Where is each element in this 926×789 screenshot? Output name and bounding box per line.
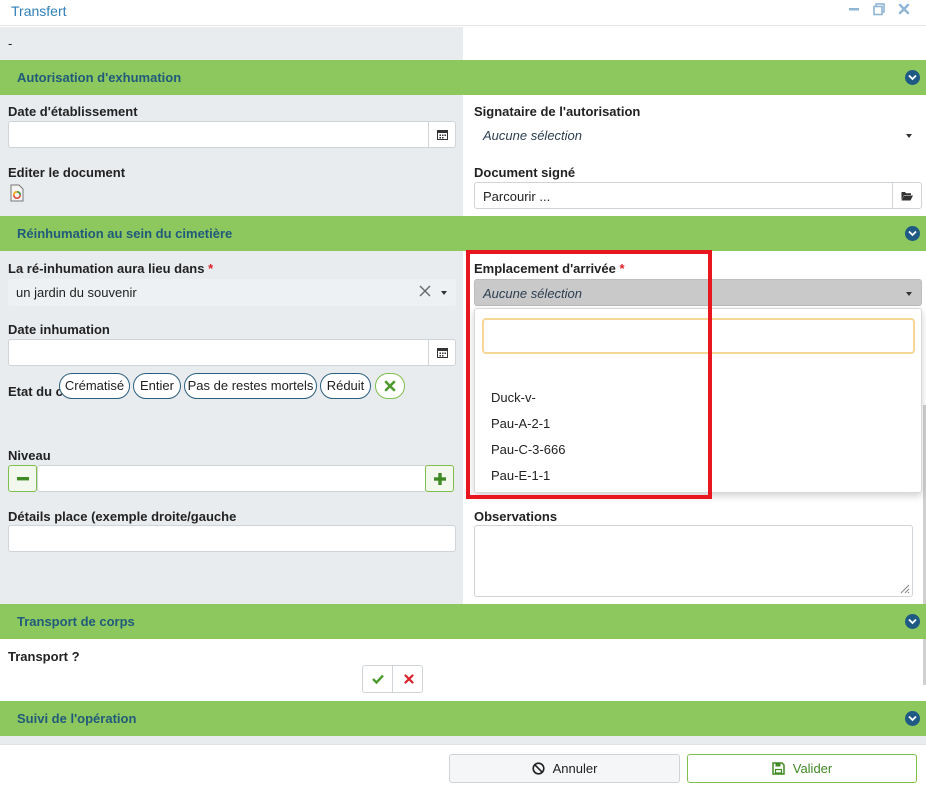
lieu-label-text: La ré-inhumation aura lieu dans — [8, 261, 205, 276]
etat-option-cremetise[interactable]: Crématisé — [59, 373, 130, 399]
ban-icon — [531, 762, 545, 775]
signataire-label: Signataire de l'autorisation — [474, 104, 641, 119]
niveau-input[interactable] — [37, 465, 427, 492]
details-place-label: Détails place (exemple droite/gauche — [8, 509, 237, 524]
minimize-icon[interactable] — [846, 2, 862, 18]
document-generate-icon[interactable] — [9, 184, 25, 202]
required-mark: * — [208, 261, 214, 276]
section-title: Réinhumation au sein du cimetière — [17, 226, 233, 241]
section-autorisation[interactable]: Autorisation d'exhumation — [0, 60, 926, 95]
section-title: Suivi de l'opération — [17, 711, 137, 726]
date-etablissement-field[interactable] — [8, 121, 456, 148]
section-title: Autorisation d'exhumation — [17, 70, 182, 85]
clear-icon[interactable] — [418, 284, 432, 298]
minus-icon — [16, 476, 29, 480]
times-icon — [384, 380, 396, 392]
section-title: Transport de corps — [17, 614, 135, 629]
plus-icon — [433, 472, 446, 485]
date-inhumation-label: Date inhumation — [8, 322, 110, 337]
editer-document-label: Editer le document — [8, 165, 126, 180]
document-signe-field[interactable]: Parcourir ... — [474, 182, 922, 209]
emplacement-select[interactable]: Aucune sélection — [474, 279, 922, 306]
chevron-down-icon[interactable] — [905, 614, 920, 629]
emplacement-label-text: Emplacement d'arrivée — [474, 261, 616, 276]
emplacement-label: Emplacement d'arrivée * — [474, 261, 625, 276]
niveau-increment-button[interactable] — [425, 465, 454, 492]
transport-yes-button[interactable] — [363, 666, 393, 692]
window-titlebar: Transfert — [0, 0, 926, 26]
etat-option-entier[interactable]: Entier — [133, 373, 181, 399]
dropdown-option[interactable]: Duck-v- — [491, 390, 536, 405]
date-inhumation-field[interactable] — [8, 339, 456, 366]
save-icon — [771, 762, 785, 775]
observations-label: Observations — [474, 509, 558, 524]
chevron-down-icon[interactable] — [905, 70, 920, 85]
emplacement-value: Aucune sélection — [483, 286, 583, 301]
lieu-label: La ré-inhumation aura lieu dans * — [8, 261, 213, 276]
caret-down-icon — [906, 292, 912, 296]
observations-textarea[interactable] — [474, 525, 913, 597]
emplacement-dropdown: Duck-v- Pau-A-2-1 Pau-C-3-666 Pau-E-1-1 — [474, 308, 922, 493]
clear-etat-button[interactable] — [375, 373, 405, 399]
dropdown-option[interactable]: Pau-E-1-1 — [491, 468, 550, 483]
section-suivi[interactable]: Suivi de l'opération — [0, 701, 926, 736]
close-icon[interactable] — [896, 2, 912, 18]
times-icon — [403, 674, 414, 684]
lieu-value: un jardin du souvenir — [16, 285, 137, 300]
etat-option-pas-de-restes[interactable]: Pas de restes mortels — [184, 373, 317, 399]
submit-button[interactable]: Valider — [687, 754, 917, 783]
caret-down-icon — [906, 134, 912, 138]
section-reinhumation[interactable]: Réinhumation au sein du cimetière — [0, 216, 926, 251]
suivi-left-panel — [0, 736, 463, 744]
transport-no-button[interactable] — [394, 666, 423, 692]
document-browse-text: Parcourir ... — [483, 189, 551, 204]
transport-toggle — [362, 665, 423, 693]
calendar-icon[interactable] — [428, 122, 455, 147]
window-title: Transfert — [11, 3, 67, 19]
lieu-select[interactable]: un jardin du souvenir — [8, 279, 456, 306]
niveau-label: Niveau — [8, 448, 51, 463]
restore-icon[interactable] — [871, 2, 887, 18]
dropdown-option[interactable]: Pau-C-3-666 — [491, 442, 565, 457]
dropdown-option[interactable]: Pau-A-2-1 — [491, 416, 550, 431]
date-etablissement-label: Date d'établissement — [8, 104, 138, 119]
calendar-icon[interactable] — [428, 340, 455, 365]
top-left-panel — [0, 27, 463, 60]
document-signe-label: Document signé — [474, 165, 576, 180]
chevron-down-icon[interactable] — [905, 711, 920, 726]
section-transport[interactable]: Transport de corps — [0, 604, 926, 639]
dropdown-search-input[interactable] — [482, 318, 915, 354]
transport-label: Transport ? — [8, 649, 80, 664]
chevron-down-icon[interactable] — [905, 226, 920, 241]
signataire-select[interactable]: Aucune sélection — [474, 121, 922, 148]
niveau-decrement-button[interactable] — [8, 465, 37, 492]
details-place-field[interactable] — [8, 525, 456, 552]
etat-option-reduit[interactable]: Réduit — [320, 373, 371, 399]
signataire-value: Aucune sélection — [483, 128, 583, 143]
dialog-footer: Annuler Valider — [0, 744, 926, 789]
top-value: - — [8, 36, 13, 51]
caret-down-icon — [441, 291, 447, 295]
suivi-right-panel — [463, 736, 926, 744]
cancel-label: Annuler — [552, 761, 598, 776]
cancel-button[interactable]: Annuler — [449, 754, 680, 783]
required-mark: * — [619, 261, 625, 276]
submit-label: Valider — [792, 761, 833, 776]
resize-handle-icon[interactable] — [898, 582, 910, 594]
check-icon — [371, 674, 384, 684]
folder-open-icon[interactable] — [892, 183, 921, 208]
